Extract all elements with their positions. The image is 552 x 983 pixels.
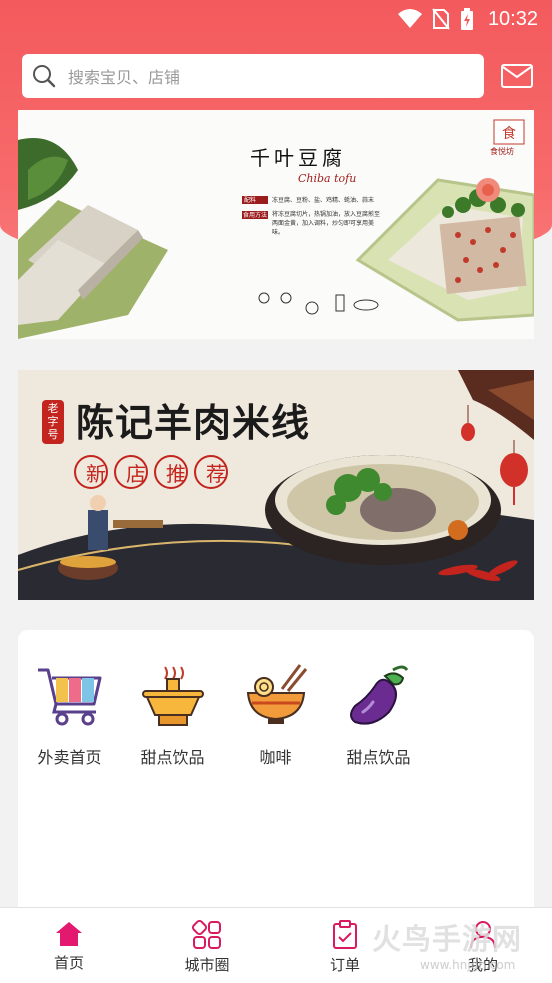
search-icon xyxy=(33,65,56,88)
tofu-tag-ingredients: 配料 xyxy=(244,197,257,204)
noodle-badge: 老字号 xyxy=(47,402,59,441)
tab-label: 我的 xyxy=(467,956,498,974)
order-icon xyxy=(333,920,357,949)
wifi-icon xyxy=(397,9,422,28)
tab-label: 首页 xyxy=(53,954,84,972)
grid-icon xyxy=(192,920,221,949)
category-item-coffee[interactable]: 咖啡 xyxy=(224,660,327,768)
tagline-char: 荐 xyxy=(206,462,226,486)
noodle-tagline: 新 店 推 荐 xyxy=(76,458,236,487)
no-sim-icon xyxy=(432,8,450,30)
search-input[interactable]: 搜索宝贝、店铺 xyxy=(22,54,484,98)
tab-profile[interactable]: 我的 xyxy=(414,908,552,983)
tofu-tag-method: 食用方法 xyxy=(243,212,268,219)
tab-label: 城市圈 xyxy=(184,956,230,974)
tofu-ingredients-text: 冻豆腐、豆粉、盐、鸡精、蚝油、蒜末 xyxy=(272,197,375,204)
tab-home[interactable]: 首页 xyxy=(0,908,138,983)
promo-banner-tofu[interactable]: 食 千叶豆腐 Chiba tofu 配料 冻豆腐、豆粉、盐、鸡精、蚝油、蒜末 食… xyxy=(18,110,534,339)
category-card: 外卖首页 甜点饮品 咖啡 甜点饮品 xyxy=(18,630,534,920)
category-item-takeout[interactable]: 外卖首页 xyxy=(18,660,121,768)
category-item-dessert[interactable]: 甜点饮品 xyxy=(121,660,224,768)
noodle-banner-title: 陈记羊肉米线 xyxy=(76,400,311,445)
category-label: 甜点饮品 xyxy=(140,748,205,767)
clock: 10:32 xyxy=(487,7,538,30)
eggplant-icon xyxy=(349,665,408,725)
battery-icon xyxy=(460,8,473,30)
tofu-brand: 食悦坊 xyxy=(490,147,514,156)
tagline-char: 新 xyxy=(86,462,106,486)
tagline-char: 推 xyxy=(166,462,186,486)
mail-icon xyxy=(501,64,533,88)
tab-label: 订单 xyxy=(329,956,360,974)
home-icon xyxy=(56,922,82,946)
status-bar: 10:32 xyxy=(0,0,552,38)
category-label: 甜点饮品 xyxy=(346,748,411,767)
hotpot-icon xyxy=(141,666,204,726)
user-icon xyxy=(470,921,496,949)
shopping-cart-icon xyxy=(37,668,101,726)
search-placeholder: 搜索宝贝、店铺 xyxy=(68,68,181,87)
promo-banner-noodle[interactable]: 老字号 陈记羊肉米线 新 店 推 荐 xyxy=(18,370,534,600)
tab-orders[interactable]: 订单 xyxy=(276,908,414,983)
tagline-char: 店 xyxy=(126,462,146,486)
bottom-tab-bar: 首页 城市圈 订单 我的 xyxy=(0,907,552,983)
tofu-method-text: 将冻豆腐切片，热锅加油，放入豆腐煎至两面金黄，加入调料，炒匀即可享用美味。 xyxy=(272,211,381,236)
tofu-banner-title: 千叶豆腐 xyxy=(250,146,346,170)
message-button[interactable] xyxy=(500,63,534,89)
tofu-banner-subtitle: Chiba tofu xyxy=(298,172,357,185)
category-grid: 外卖首页 甜点饮品 咖啡 甜点饮品 xyxy=(18,660,534,768)
category-item-eggplant[interactable]: 甜点饮品 xyxy=(327,660,430,768)
category-label: 外卖首页 xyxy=(37,748,102,767)
svg-text:食: 食 xyxy=(502,125,516,142)
search-row: 搜索宝贝、店铺 xyxy=(22,54,534,98)
tab-city-circle[interactable]: 城市圈 xyxy=(138,908,276,983)
category-label: 咖啡 xyxy=(259,748,292,767)
noodle-bowl-icon xyxy=(246,664,307,724)
